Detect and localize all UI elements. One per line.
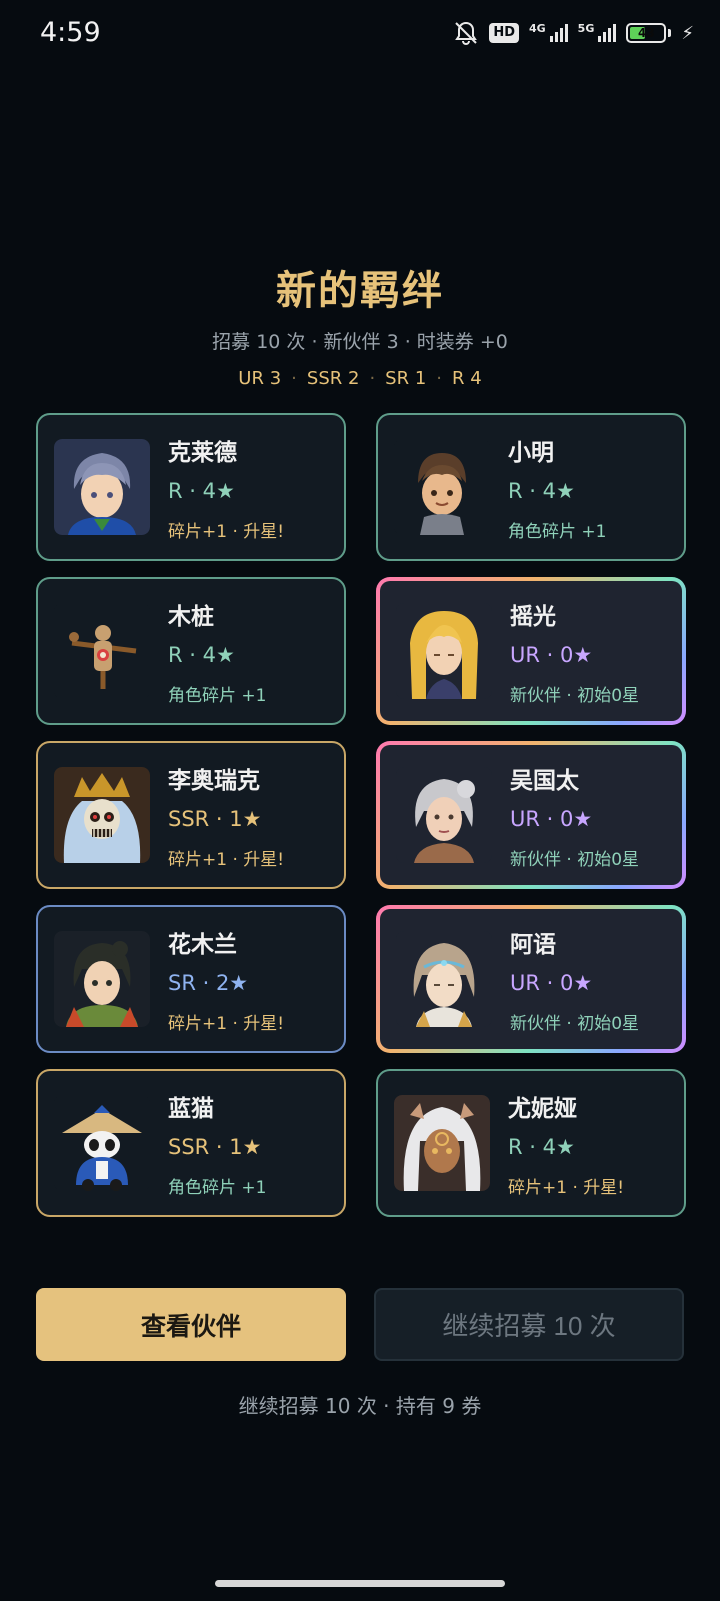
battery-tip	[668, 29, 672, 37]
page-title: 新的羁绊	[276, 268, 444, 314]
battery-icon: 43	[626, 23, 667, 43]
partner-name: 阿语	[510, 931, 556, 958]
partner-name: 木桩	[168, 603, 214, 630]
character-portrait	[54, 1095, 150, 1191]
rarity-counts: UR 3 · SSR 2 · SR 1 · R 4	[238, 368, 482, 389]
continue-recruit-button[interactable]: 继续招募 10 次	[374, 1288, 684, 1361]
character-portrait	[396, 603, 492, 699]
partner-rank: SR · 2★	[168, 970, 249, 995]
partner-card[interactable]: 小明 R · 4★ 角色碎片 +1	[376, 413, 686, 561]
clock: 4:59	[40, 17, 101, 48]
partner-rank: UR · 0★	[510, 970, 593, 995]
partner-name: 吴国太	[510, 767, 579, 794]
character-portrait	[54, 603, 150, 699]
partner-name: 克莱德	[168, 439, 237, 466]
partner-note: 碎片+1 · 升星!	[508, 1177, 625, 1198]
rarity-count-ur: UR 3	[238, 368, 282, 389]
partner-card[interactable]: 尤妮娅 R · 4★ 碎片+1 · 升星!	[376, 1069, 686, 1217]
character-portrait	[54, 931, 150, 1027]
partner-note: 新伙伴 · 初始0星	[510, 1013, 640, 1034]
partner-note: 新伙伴 · 初始0星	[510, 849, 640, 870]
partner-name: 花木兰	[168, 931, 237, 958]
partner-card[interactable]: 吴国太 UR · 0★ 新伙伴 · 初始0星	[376, 741, 686, 889]
character-portrait	[396, 767, 492, 863]
recruit-summary: 招募 10 次 · 新伙伴 3 · 时装券 +0	[212, 331, 508, 353]
partner-name: 李奥瑞克	[168, 767, 260, 794]
partner-rank: R · 4★	[168, 478, 235, 503]
partner-rank: R · 4★	[508, 478, 575, 503]
partner-card[interactable]: 克莱德 R · 4★ 碎片+1 · 升星!	[36, 413, 346, 561]
hd-icon: HD	[489, 23, 519, 43]
partner-card[interactable]: 花木兰 SR · 2★ 碎片+1 · 升星!	[36, 905, 346, 1053]
partner-note: 新伙伴 · 初始0星	[510, 685, 640, 706]
partner-note: 碎片+1 · 升星!	[168, 521, 285, 542]
partner-rank: SSR · 1★	[168, 806, 262, 831]
partner-card[interactable]: 李奥瑞克 SSR · 1★ 碎片+1 · 升星!	[36, 741, 346, 889]
ticket-info: 继续招募 10 次 · 持有 9 券	[238, 1394, 482, 1418]
character-portrait	[54, 767, 150, 863]
character-portrait	[394, 439, 490, 535]
partner-name: 尤妮娅	[508, 1095, 577, 1122]
status-bar: 4:59 HD 4G 5G 43 ⚡	[0, 0, 720, 70]
partner-rank: R · 4★	[508, 1134, 575, 1159]
partner-name: 小明	[508, 439, 554, 466]
partner-rank: SSR · 1★	[168, 1134, 262, 1159]
view-partners-button[interactable]: 查看伙伴	[36, 1288, 346, 1361]
partner-note: 角色碎片 +1	[168, 685, 267, 706]
partner-note: 碎片+1 · 升星!	[168, 1013, 285, 1034]
bell-off-icon	[455, 21, 478, 46]
partner-name: 蓝猫	[168, 1095, 214, 1122]
rarity-count-ssr: SSR 2	[306, 368, 360, 389]
partner-note: 碎片+1 · 升星!	[168, 849, 285, 870]
partner-rank: R · 4★	[168, 642, 235, 667]
character-portrait	[396, 931, 492, 1027]
result-grid: 克莱德 R · 4★ 碎片+1 · 升星! 小明 R · 4★ 角色碎片 +1	[36, 413, 686, 1217]
character-portrait	[394, 1095, 490, 1191]
character-portrait	[54, 439, 150, 535]
signal-4g-icon: 4G	[529, 22, 568, 42]
rarity-count-r: R 4	[452, 368, 482, 389]
partner-card[interactable]: 木桩 R · 4★ 角色碎片 +1	[36, 577, 346, 725]
partner-card[interactable]: 蓝猫 SSR · 1★ 角色碎片 +1	[36, 1069, 346, 1217]
rarity-count-sr: SR 1	[385, 368, 427, 389]
status-icons: HD 4G 5G 43 ⚡	[453, 20, 694, 46]
partner-rank: UR · 0★	[510, 806, 593, 831]
partner-note: 角色碎片 +1	[508, 521, 607, 542]
partner-name: 摇光	[510, 603, 556, 630]
signal-5g-icon: 5G	[578, 22, 617, 42]
partner-card[interactable]: 摇光 UR · 0★ 新伙伴 · 初始0星	[376, 577, 686, 725]
partner-note: 角色碎片 +1	[168, 1177, 267, 1198]
charging-icon: ⚡	[681, 22, 694, 44]
partner-rank: UR · 0★	[510, 642, 593, 667]
home-indicator[interactable]	[215, 1580, 505, 1587]
partner-card[interactable]: 阿语 UR · 0★ 新伙伴 · 初始0星	[376, 905, 686, 1053]
